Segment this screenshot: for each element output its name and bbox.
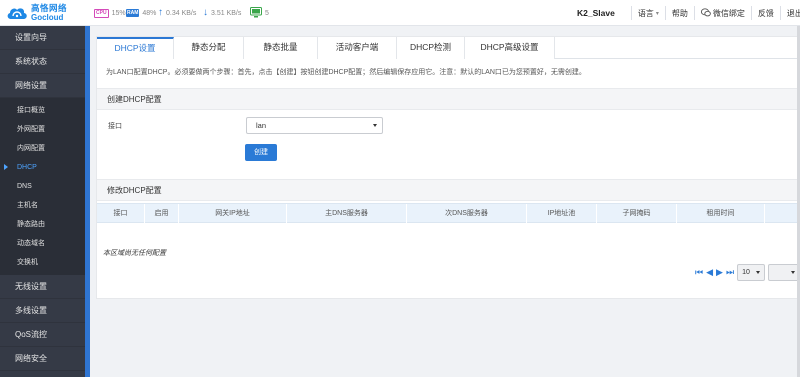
sidebar-subitem-5[interactable]: 主机名 <box>0 196 85 215</box>
sidebar-subitem-2[interactable]: 内网配置 <box>0 139 85 158</box>
help-link[interactable]: 帮助 <box>664 6 694 20</box>
sidebar-subitem-8[interactable]: 交换机 <box>0 253 85 272</box>
first-page-icon[interactable]: ⏮ <box>695 268 703 277</box>
sidebar-group-2[interactable]: 网络设置 <box>0 74 85 98</box>
tab-2[interactable]: 静态批量 <box>244 37 318 59</box>
cloud-logo-icon <box>6 5 28 21</box>
sidebar-group-bottom-3[interactable]: 网络安全 <box>0 347 85 371</box>
dhcp-table-header: 接口 启用 网关IP地址 主DNS服务器 次DNS服务器 IP地址池 子网掩码 租用时间 <box>97 203 800 224</box>
column-header: 网关IP地址 <box>179 204 287 224</box>
language-menu[interactable]: 语言 ▾ <box>630 6 665 20</box>
top-bar: 高恪网络 Gocloud CPU 15% RAM 48% ↑ 0.34 KB/s… <box>0 0 800 26</box>
column-header: 启用 <box>145 204 179 224</box>
sidebar-group-bottom-0[interactable]: 无线设置 <box>0 275 85 299</box>
caret-down-icon <box>791 271 796 274</box>
sidebar-subitem-1[interactable]: 外网配置 <box>0 120 85 139</box>
upload-arrow-icon: ↑ <box>158 7 163 18</box>
ram-stat: RAM 48% <box>126 0 156 26</box>
ram-value: 48% <box>142 9 157 17</box>
column-header: 子网掩码 <box>597 204 677 224</box>
sidebar-subitem-0[interactable]: 接口概览 <box>0 101 85 120</box>
logout-link[interactable]: 退出 <box>779 6 800 20</box>
feedback-link[interactable]: 反馈 <box>750 6 780 20</box>
download-value: 3.51 KB/s <box>211 9 242 17</box>
create-button[interactable]: 创建 <box>245 144 277 161</box>
main-content: DHCP设置 静态分配 静态批量 活动客户端 DHCP检测 DHCP高级设置 为LAN口配… <box>90 26 800 377</box>
empty-table-message: 本区域尚无任何配置 <box>103 250 166 257</box>
ram-icon: RAM <box>126 9 140 17</box>
column-header: 主DNS服务器 <box>287 204 407 224</box>
column-header: IP地址池 <box>527 204 597 224</box>
interface-select[interactable]: lan <box>246 117 383 134</box>
monitor-icon <box>250 6 262 20</box>
clients-stat: 5 <box>250 0 269 26</box>
tab-5[interactable]: DHCP高级设置 <box>465 37 555 59</box>
upload-value: 0.34 KB/s <box>166 9 197 17</box>
column-header: 次DNS服务器 <box>407 204 527 224</box>
wechat-icon <box>700 7 711 19</box>
create-section-title: 创建DHCP配置 <box>97 88 800 110</box>
page-number-select[interactable] <box>768 264 800 281</box>
wechat-bind-link[interactable]: 微信绑定 <box>693 6 751 20</box>
brand-logo[interactable]: 高恪网络 Gocloud <box>0 0 90 26</box>
column-header: 接口 <box>97 204 145 224</box>
clients-value: 5 <box>265 9 269 17</box>
sidebar-group-1[interactable]: 系统状态 <box>0 50 85 74</box>
chevron-down-icon: ▾ <box>655 10 659 17</box>
pagination: ⏮ ◀ ▶ ⏭ 10 <box>695 264 800 281</box>
prev-page-icon[interactable]: ◀ <box>706 268 713 277</box>
last-page-icon[interactable]: ⏭ <box>726 268 734 277</box>
sidebar-subitem-6[interactable]: 静态路由 <box>0 215 85 234</box>
caret-down-icon <box>373 124 377 127</box>
tab-bar: DHCP设置 静态分配 静态批量 活动客户端 DHCP检测 DHCP高级设置 <box>97 37 800 59</box>
tab-3[interactable]: 活动客户端 <box>318 37 397 59</box>
page-size-select[interactable]: 10 <box>737 264 766 281</box>
upload-stat: ↑ 0.34 KB/s <box>158 0 196 26</box>
brand-name-en: Gocloud <box>31 13 64 22</box>
interface-label: 接口 <box>108 123 122 130</box>
cpu-value: 15% <box>111 9 126 17</box>
tab-4[interactable]: DHCP检测 <box>397 37 465 59</box>
sidebar-subitem-7[interactable]: 动态域名 <box>0 234 85 253</box>
sidebar: 设置向导 系统状态 网络设置 接口概览 外网配置 内网配置 DHCP DNS 主机名 静态路由动… <box>0 26 90 377</box>
cpu-stat: CPU 15% <box>94 0 126 26</box>
dhcp-hint: 为LAN口配置DHCP。必须要做两个步骤：首先，点击【创建】按钮创建DHCP配置… <box>106 69 586 76</box>
cpu-icon: CPU <box>94 8 109 18</box>
sidebar-group-0[interactable]: 设置向导 <box>0 26 85 50</box>
sidebar-group-bottom-4[interactable]: 行为管理 <box>0 371 85 377</box>
tab-1[interactable]: 静态分配 <box>174 37 244 59</box>
sidebar-subitem-4[interactable]: DNS <box>0 177 85 196</box>
dhcp-card: DHCP设置 静态分配 静态批量 活动客户端 DHCP检测 DHCP高级设置 为LAN口配… <box>96 36 800 299</box>
interface-select-value: lan <box>256 121 267 130</box>
next-page-icon[interactable]: ▶ <box>716 268 723 277</box>
sidebar-subitem-3[interactable]: DHCP <box>0 158 85 177</box>
tab-0[interactable]: DHCP设置 <box>97 37 174 59</box>
sidebar-group-bottom-1[interactable]: 多线设置 <box>0 299 85 323</box>
brand-name-cn: 高恪网络 <box>31 3 68 13</box>
device-name: K2_Slave <box>577 8 615 18</box>
download-stat: ↓ 3.51 KB/s <box>203 0 241 26</box>
modify-section-title: 修改DHCP配置 <box>97 179 800 201</box>
sidebar-group-bottom-2[interactable]: QoS流控 <box>0 323 85 347</box>
column-header: 租用时间 <box>677 204 765 224</box>
download-arrow-icon: ↓ <box>203 7 208 18</box>
caret-down-icon <box>756 271 761 274</box>
